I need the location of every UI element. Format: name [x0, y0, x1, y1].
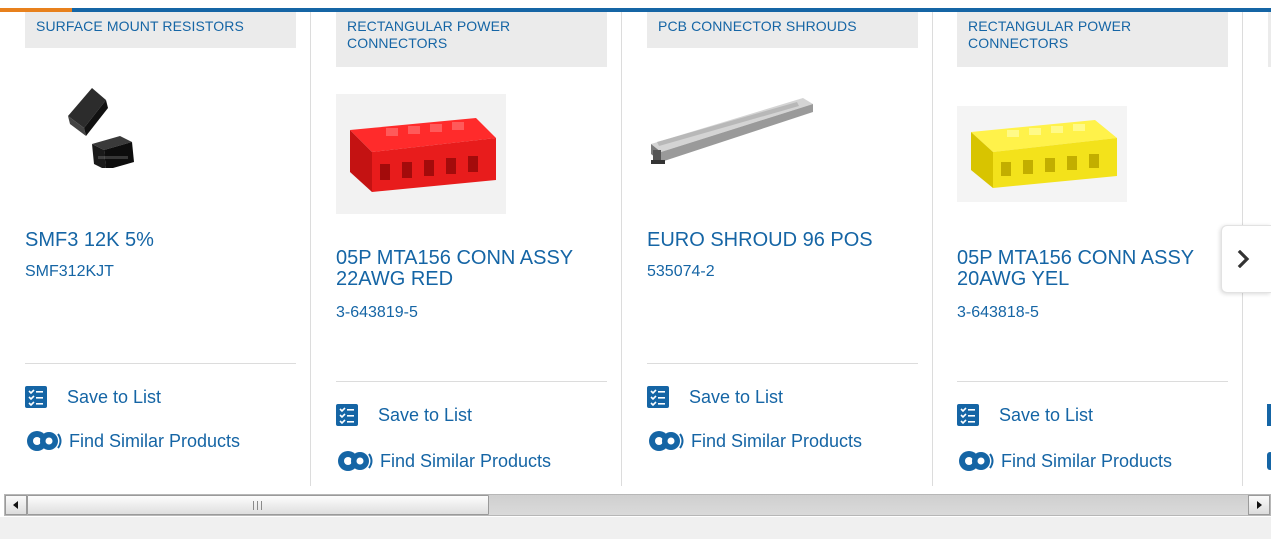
part-number[interactable]: 3-643818-5 [957, 304, 1039, 322]
checklist-icon [336, 404, 358, 426]
find-similar-gears-icon [959, 451, 994, 471]
save-to-list-button[interactable]: Save to List [336, 404, 472, 426]
card-divider [957, 381, 1228, 382]
card-divider [647, 363, 918, 364]
category-tag[interactable]: SURFACE MOUNT RESISTORS [25, 12, 296, 48]
product-carousel: SURFACE MOUNT RESISTORS SMF3 12K 5% SMF3… [0, 12, 1271, 490]
part-number[interactable]: 3-643819-5 [336, 304, 418, 322]
card-divider [336, 381, 607, 382]
carousel-next-button[interactable] [1221, 225, 1271, 293]
save-label: Save to List [689, 386, 784, 407]
product-name[interactable]: SMF3 12K 5% [25, 230, 295, 251]
save-to-list-button[interactable]: Save to List [957, 404, 1093, 426]
product-name[interactable]: 05P MTA156 CONN ASSY 22AWG RED [336, 248, 606, 290]
product-card: RECTANGULAR POWER CONNECTORS 05P MTA156 … [932, 12, 1243, 486]
checklist-icon[interactable] [1267, 404, 1271, 426]
save-to-list-button[interactable]: Save to List [647, 386, 783, 408]
find-similar-gears-icon[interactable] [1267, 452, 1271, 470]
save-label: Save to List [67, 386, 162, 407]
product-name[interactable]: 05P MTA156 CONN ASSY 20AWG YEL [957, 248, 1227, 290]
save-to-list-button[interactable]: Save to List [25, 386, 161, 408]
category-tag[interactable]: RECTANGULAR POWER CONNECTORS [336, 12, 607, 67]
find-label: Find Similar Products [380, 450, 552, 471]
find-label: Find Similar Products [1001, 450, 1173, 471]
category-tag[interactable]: PCB CONNECTOR SHROUDS [647, 12, 918, 48]
triangle-left-icon [13, 501, 18, 509]
card-divider [25, 363, 296, 364]
scroll-left-button[interactable] [5, 495, 27, 515]
product-image-black-resistor[interactable] [62, 78, 142, 168]
checklist-icon [25, 386, 47, 408]
product-image-red-connector[interactable] [336, 108, 506, 208]
find-similar-gears-icon [338, 451, 373, 471]
part-number[interactable]: 535074-2 [647, 263, 715, 281]
save-label: Save to List [378, 404, 473, 425]
checklist-icon [647, 386, 669, 408]
scrollbar-thumb[interactable] [27, 495, 489, 515]
scrollbar-track[interactable] [489, 495, 1248, 515]
find-similar-gears-icon [649, 431, 684, 451]
find-similar-button[interactable]: Find Similar Products [957, 449, 1172, 473]
find-label: Find Similar Products [691, 430, 863, 451]
horizontal-scrollbar[interactable] [4, 494, 1271, 516]
product-name[interactable]: EURO SHROUD 96 POS [647, 230, 917, 251]
product-card: RECTANGULAR POWER CONNECTORS 05P MTA156 … [311, 12, 622, 486]
category-tag[interactable]: RECTANGULAR POWER CONNECTORS [957, 12, 1228, 67]
scroll-right-button[interactable] [1248, 495, 1270, 515]
product-card: PCB CONNECTOR SHROUDS EURO SHROUD 96 POS… [622, 12, 933, 486]
scrollbar-grip-icon [253, 501, 262, 510]
find-label: Find Similar Products [69, 430, 241, 451]
find-similar-button[interactable]: Find Similar Products [25, 429, 240, 453]
product-card: SURFACE MOUNT RESISTORS SMF3 12K 5% SMF3… [0, 12, 311, 486]
chevron-right-icon [1237, 250, 1250, 268]
find-similar-button[interactable]: Find Similar Products [647, 429, 862, 453]
product-image-yellow-connector[interactable] [957, 112, 1127, 196]
window-bottom-area [0, 517, 1271, 539]
product-image-gray-shroud[interactable] [647, 90, 817, 170]
find-similar-gears-icon [27, 431, 62, 451]
save-label: Save to List [999, 404, 1094, 425]
find-similar-button[interactable]: Find Similar Products [336, 449, 551, 473]
triangle-right-icon [1257, 501, 1262, 509]
checklist-icon [957, 404, 979, 426]
part-number[interactable]: SMF312KJT [25, 263, 114, 281]
